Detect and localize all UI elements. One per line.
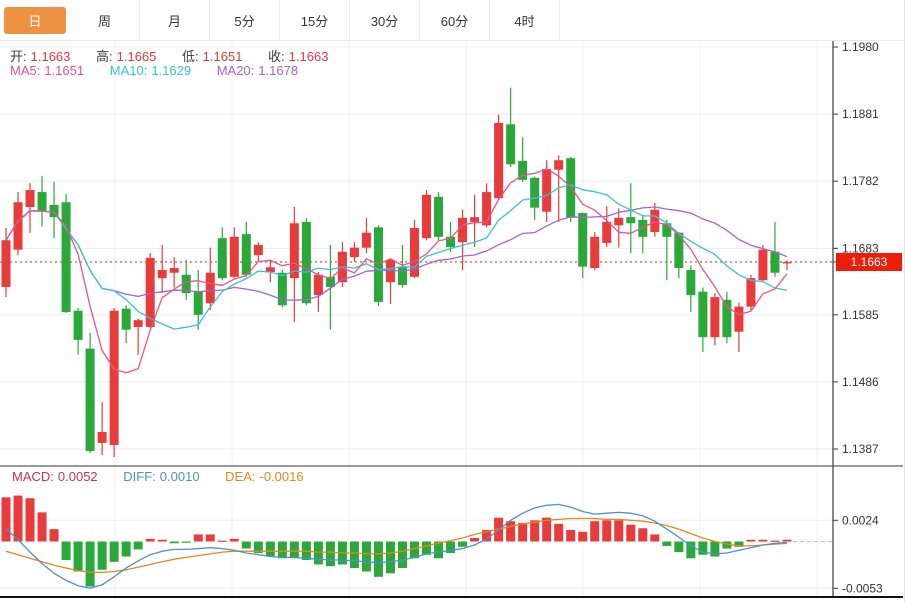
svg-text:1.1881: 1.1881 [842, 107, 879, 121]
ma20-value: 1.1678 [258, 63, 298, 78]
diff-value: 0.0010 [160, 469, 200, 484]
macd-readout: MACD: 0.0052 DIFF: 0.0010 DEA: -0.0016 [12, 469, 308, 484]
svg-text:1.1980: 1.1980 [842, 40, 879, 54]
svg-text:1.1486: 1.1486 [842, 375, 879, 389]
current-price-badge: 1.1663 [836, 253, 902, 271]
kline-widget: 日 周 月 5分 15分 30分 60分 4时 1.19801.18811.17… [0, 0, 905, 602]
open-label: 开: [10, 49, 27, 64]
close-value: 1.1663 [289, 49, 329, 64]
svg-text:0.0024: 0.0024 [842, 513, 879, 527]
ma10-value: 1.1629 [151, 63, 191, 78]
macd-label: MACD: [12, 469, 54, 484]
diff-label: DIFF: [123, 469, 156, 484]
ma-readout: MA5: 1.1651 MA10:1.1629 MA20:1.1678 [10, 63, 302, 78]
svg-text:1.1387: 1.1387 [842, 442, 879, 456]
ma20-label: MA20: [217, 63, 255, 78]
high-label: 高: [96, 49, 113, 64]
svg-text:1.1585: 1.1585 [842, 308, 879, 322]
dea-label: DEA: [225, 469, 255, 484]
close-label: 收: [268, 49, 285, 64]
low-value: 1.1651 [203, 49, 243, 64]
chart-canvas[interactable]: 1.19801.18811.17821.16831.15851.14861.13… [0, 0, 905, 602]
ma5-label: MA5: [10, 63, 40, 78]
high-value: 1.1665 [117, 49, 157, 64]
svg-text:-0.0053: -0.0053 [842, 581, 883, 595]
ma5-value: 1.1651 [44, 63, 84, 78]
svg-text:1.1782: 1.1782 [842, 174, 879, 188]
macd-value: 0.0052 [58, 469, 98, 484]
ma10-label: MA10: [110, 63, 148, 78]
dea-value: -0.0016 [260, 469, 304, 484]
low-label: 低: [182, 49, 199, 64]
open-value: 1.1663 [31, 49, 71, 64]
